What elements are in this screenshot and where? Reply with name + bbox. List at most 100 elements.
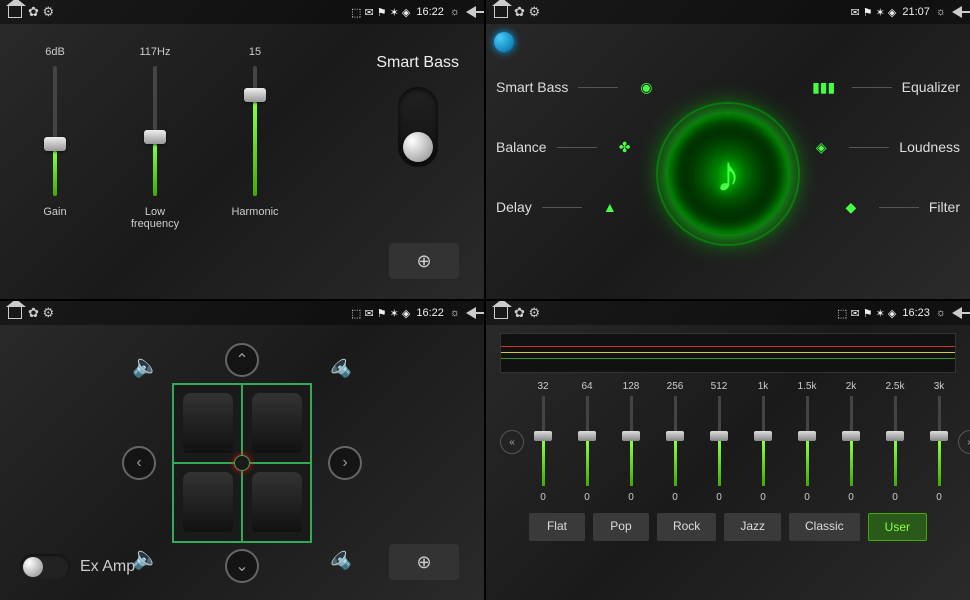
- back-icon[interactable]: [466, 307, 476, 319]
- locate-button[interactable]: ⊕: [389, 544, 459, 580]
- eq-knob[interactable]: [754, 431, 772, 441]
- balance-panel: ✿ ⚙ ⬚ ✉ ⚑ ✶ ◈ 16:22 ☼ ⌃ ⌄ ‹ › 🔈 🔈 🔈 🔈: [0, 301, 484, 600]
- eq-track[interactable]: [850, 396, 853, 486]
- note-icon: ♪: [716, 145, 741, 203]
- status-bar: ✿ ⚙ ✉ ⚑ ✶ ◈ 21:07 ☼: [486, 0, 970, 24]
- eq-knob[interactable]: [578, 431, 596, 441]
- settings-icon[interactable]: ✿ ⚙: [28, 4, 54, 20]
- eq-knob[interactable]: [534, 431, 552, 441]
- preset-jazz[interactable]: Jazz: [724, 513, 781, 541]
- menu-delay[interactable]: Delay ▲: [496, 189, 628, 225]
- eq-track[interactable]: [674, 396, 677, 486]
- eq-knob[interactable]: [622, 431, 640, 441]
- menu-smartbass[interactable]: Smart Bass ◉: [496, 69, 664, 105]
- slider-gain[interactable]: 6dB Gain: [20, 46, 90, 230]
- locate-button[interactable]: ⊕: [389, 243, 459, 279]
- settings-icon[interactable]: ✿ ⚙: [28, 305, 54, 321]
- home-icon[interactable]: [8, 6, 22, 18]
- eq-band-1.5k[interactable]: 1.5k 0: [792, 381, 822, 503]
- eq-next-button[interactable]: »: [958, 430, 970, 454]
- eq-knob[interactable]: [930, 431, 948, 441]
- balance-point[interactable]: [234, 455, 250, 471]
- chevron-down-icon: ⌄: [235, 556, 248, 576]
- eq-knob[interactable]: [666, 431, 684, 441]
- smartbass-toggle[interactable]: [398, 87, 438, 167]
- arrow-right-button[interactable]: ›: [328, 446, 362, 480]
- eq-band-3k[interactable]: 3k 0: [924, 381, 954, 503]
- preset-flat[interactable]: Flat: [529, 513, 585, 541]
- eq-band-2k[interactable]: 2k 0: [836, 381, 866, 503]
- slider-label: Low frequency: [120, 206, 190, 230]
- slider-knob[interactable]: [44, 137, 66, 151]
- toggle-knob: [403, 132, 433, 162]
- menu-equalizer[interactable]: Equalizer ▮▮▮: [806, 69, 960, 105]
- slider-knob[interactable]: [144, 130, 166, 144]
- connector-line: [879, 207, 919, 208]
- status-icons: ⬚ ✉ ⚑ ✶ ◈: [351, 6, 410, 19]
- eq-track[interactable]: [630, 396, 633, 486]
- eq-band-32[interactable]: 32 0: [528, 381, 558, 503]
- preset-rock[interactable]: Rock: [657, 513, 716, 541]
- examp-toggle[interactable]: [20, 554, 70, 580]
- preset-user[interactable]: User: [868, 513, 927, 541]
- brightness-icon[interactable]: ☼: [450, 307, 460, 319]
- eq-track[interactable]: [542, 396, 545, 486]
- music-center-icon[interactable]: ♪: [668, 114, 788, 234]
- menu-balance[interactable]: Balance ✤: [496, 129, 643, 165]
- eq-band-2.5k[interactable]: 2.5k 0: [880, 381, 910, 503]
- slider-track[interactable]: [253, 66, 257, 196]
- slider-value: 6dB: [45, 46, 65, 58]
- eq-track[interactable]: [938, 396, 941, 486]
- menu-filter[interactable]: Filter ◆: [833, 189, 960, 225]
- home-icon[interactable]: [8, 307, 22, 319]
- eq-track[interactable]: [586, 396, 589, 486]
- eq-knob[interactable]: [886, 431, 904, 441]
- eq-track[interactable]: [762, 396, 765, 486]
- car-seat-grid[interactable]: [172, 383, 312, 543]
- brightness-icon[interactable]: ☼: [936, 307, 946, 319]
- eq-track[interactable]: [718, 396, 721, 486]
- back-icon[interactable]: [466, 6, 476, 18]
- eq-knob[interactable]: [798, 431, 816, 441]
- preset-pop[interactable]: Pop: [593, 513, 649, 541]
- eq-prev-button[interactable]: «: [500, 430, 524, 454]
- eq-band-128[interactable]: 128 0: [616, 381, 646, 503]
- eq-track[interactable]: [894, 396, 897, 486]
- eq-band-1k[interactable]: 1k 0: [748, 381, 778, 503]
- eq-band-256[interactable]: 256 0: [660, 381, 690, 503]
- eq-value: 0: [936, 492, 942, 503]
- slider-track[interactable]: [53, 66, 57, 196]
- settings-icon[interactable]: ✿ ⚙: [514, 4, 540, 20]
- seat-rl: [173, 463, 242, 542]
- eq-band-512[interactable]: 512 0: [704, 381, 734, 503]
- back-icon[interactable]: [952, 6, 962, 18]
- eq-band-64[interactable]: 64 0: [572, 381, 602, 503]
- eq-freq-label: 512: [711, 381, 728, 392]
- eq-knob[interactable]: [710, 431, 728, 441]
- slider-harmonic[interactable]: 15 Harmonic: [220, 46, 290, 230]
- arrow-down-button[interactable]: ⌄: [225, 549, 259, 583]
- home-icon[interactable]: [494, 6, 508, 18]
- settings-icon[interactable]: ✿ ⚙: [514, 305, 540, 321]
- slider-low-frequency[interactable]: 117Hz Low frequency: [120, 46, 190, 230]
- connector-line: [578, 87, 618, 88]
- eq-knob[interactable]: [842, 431, 860, 441]
- back-icon[interactable]: [952, 307, 962, 319]
- status-bar: ✿ ⚙ ⬚ ✉ ⚑ ✶ ◈ 16:22 ☼: [0, 0, 484, 24]
- slider-knob[interactable]: [244, 88, 266, 102]
- home-icon[interactable]: [494, 307, 508, 319]
- eq-freq-label: 64: [581, 381, 592, 392]
- eq-freq-label: 32: [537, 381, 548, 392]
- slider-track[interactable]: [153, 66, 157, 196]
- arrow-left-button[interactable]: ‹: [122, 446, 156, 480]
- brightness-icon[interactable]: ☼: [450, 6, 460, 18]
- slider-value: 117Hz: [140, 46, 171, 58]
- chevron-right-icon: ›: [342, 454, 347, 472]
- brightness-icon[interactable]: ☼: [936, 6, 946, 18]
- eq-track[interactable]: [806, 396, 809, 486]
- arrow-up-button[interactable]: ⌃: [225, 343, 259, 377]
- preset-classic[interactable]: Classic: [789, 513, 860, 541]
- seat-fl: [173, 384, 242, 463]
- menu-label: Balance: [496, 139, 547, 155]
- menu-loudness[interactable]: Loudness ◈: [803, 129, 960, 165]
